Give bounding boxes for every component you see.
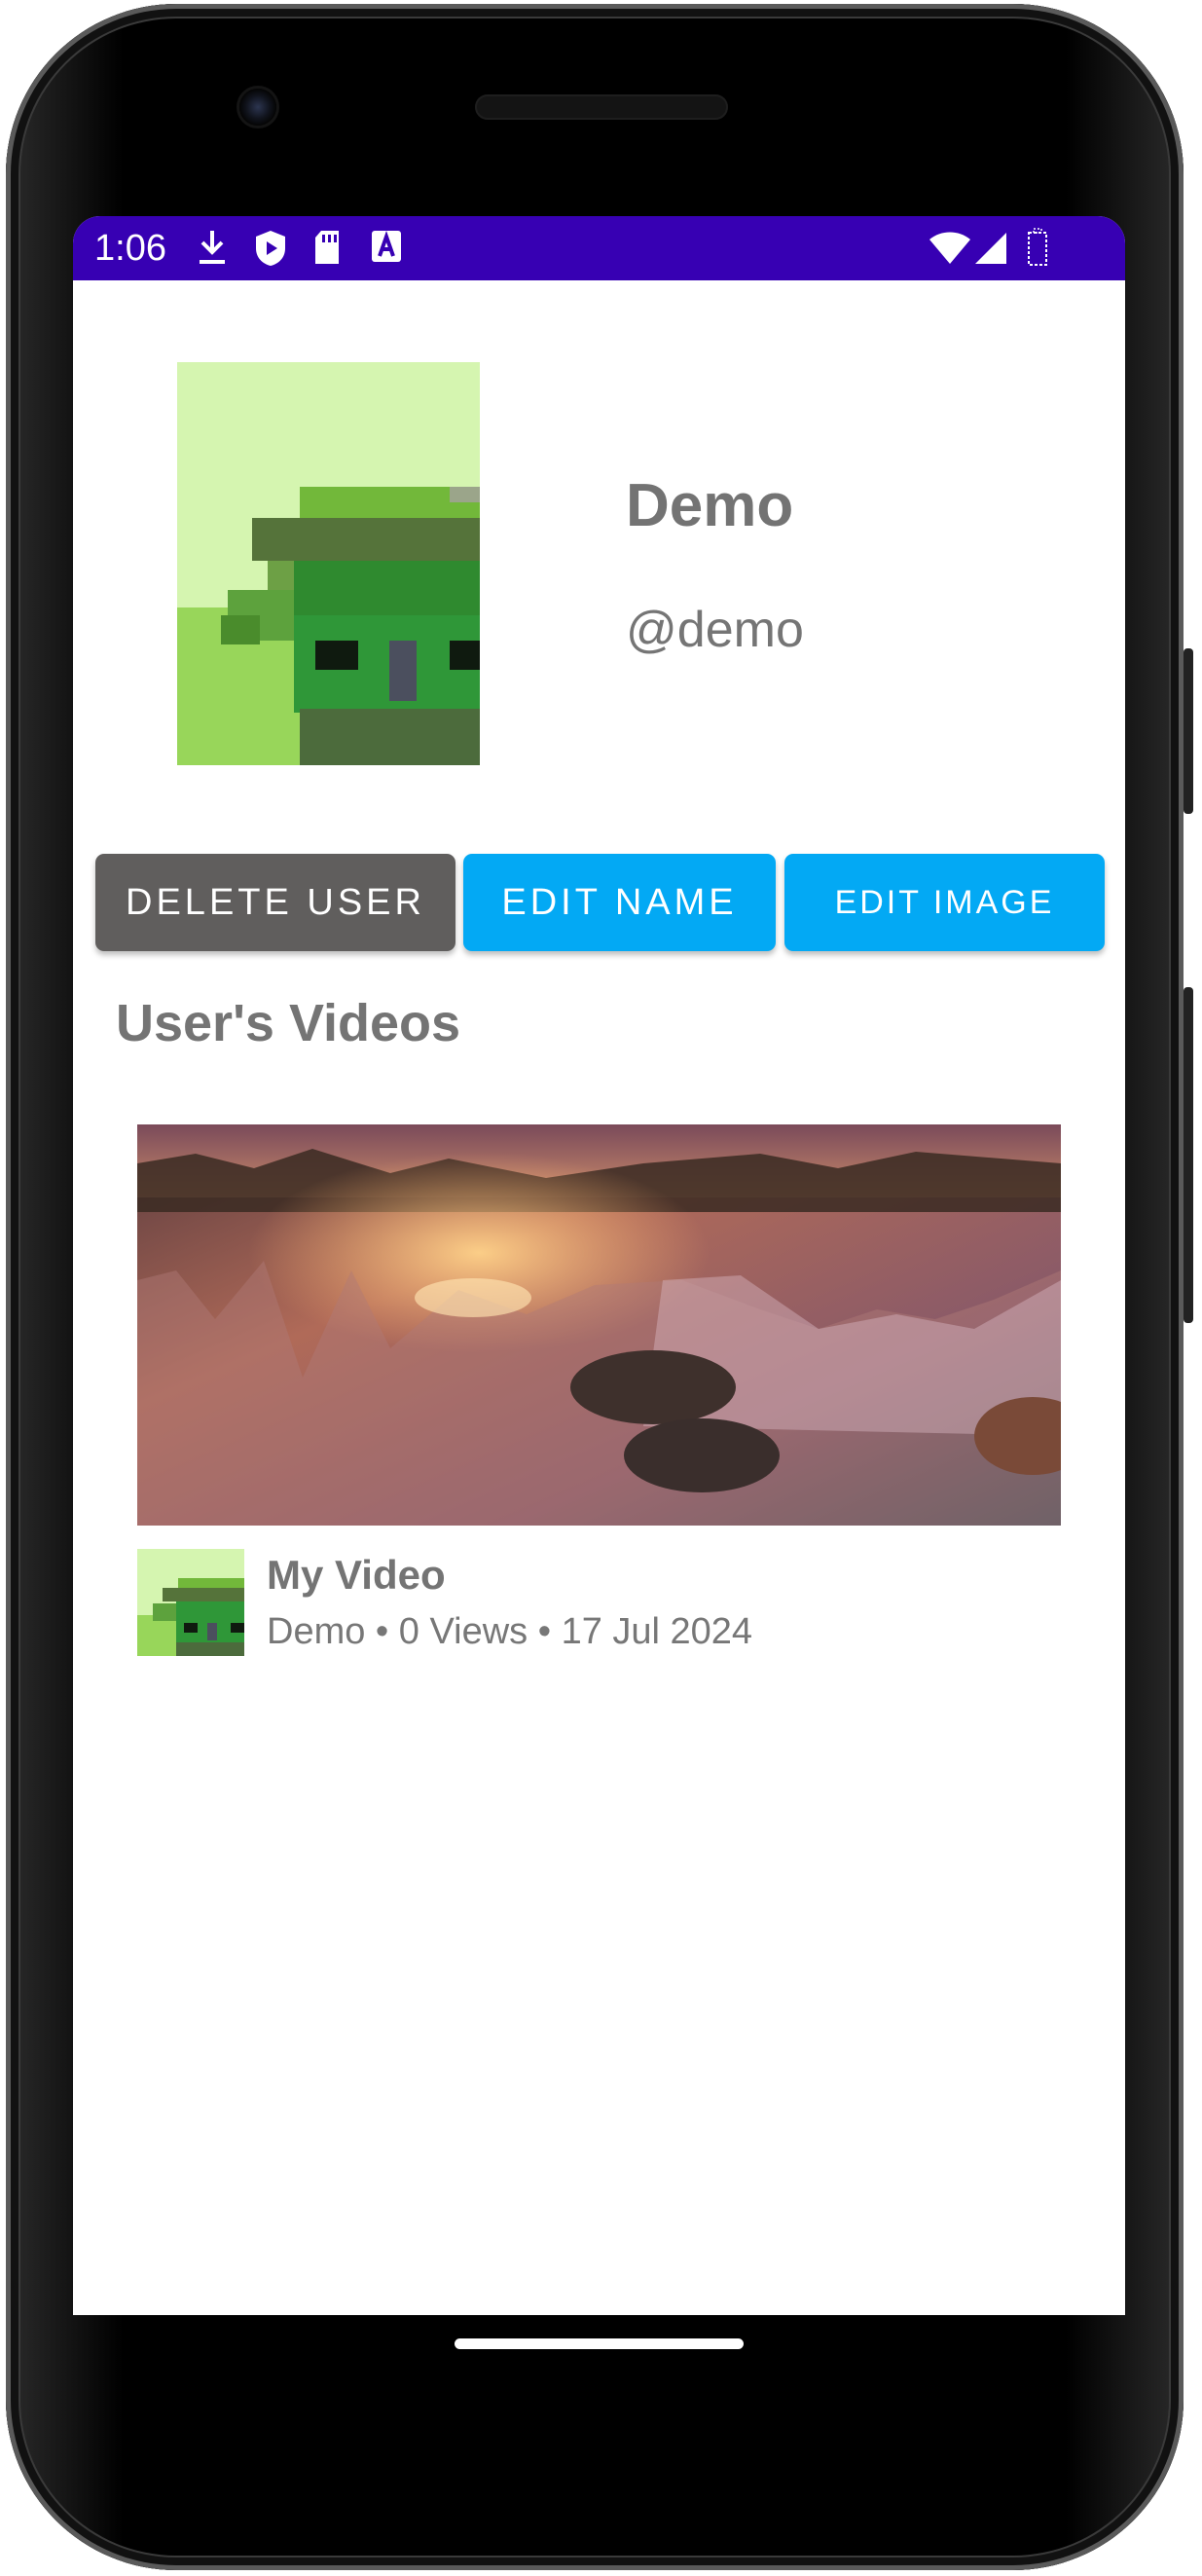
phone-frame: 1:06 Demo @demo DELETE USER EDIT NAME ED… [6,4,1193,2570]
play-protect-icon [253,229,288,273]
edit-name-label: EDIT NAME [501,882,738,923]
video-meta: Demo • 0 Views • 17 Jul 2024 [267,1611,753,1652]
profile-avatar[interactable] [177,362,480,765]
power-button [1184,648,1193,814]
home-gesture-bar[interactable] [455,2338,744,2349]
app-screen: 1:06 Demo @demo DELETE USER EDIT NAME ED… [73,216,1125,2315]
download-icon [198,229,227,271]
wifi-icon [929,232,971,270]
edit-image-button[interactable]: EDIT IMAGE [784,854,1105,951]
status-bar: 1:06 [73,216,1125,280]
pixel-avatar-icon [177,362,480,765]
pixel-avatar-icon [137,1549,244,1656]
sd-card-icon [312,229,342,271]
user-handle: @demo [626,602,804,658]
battery-icon [1027,228,1048,272]
user-name: Demo [626,472,794,539]
cell-signal-icon [973,232,1008,270]
earpiece-speaker [475,94,728,120]
section-title: User's Videos [116,994,461,1052]
video-channel-avatar[interactable] [137,1549,244,1656]
edit-name-button[interactable]: EDIT NAME [463,854,776,951]
delete-user-label: DELETE USER [126,882,425,923]
delete-user-button[interactable]: DELETE USER [95,854,455,951]
accessibility-a-icon [371,229,402,269]
status-time: 1:06 [94,228,166,269]
sunset-lake-thumbnail [137,1124,1091,1526]
edit-image-label: EDIT IMAGE [834,884,1055,921]
video-title[interactable]: My Video [267,1552,446,1599]
video-thumbnail[interactable] [137,1124,1091,1526]
front-camera [239,89,276,126]
volume-button [1184,987,1193,1323]
